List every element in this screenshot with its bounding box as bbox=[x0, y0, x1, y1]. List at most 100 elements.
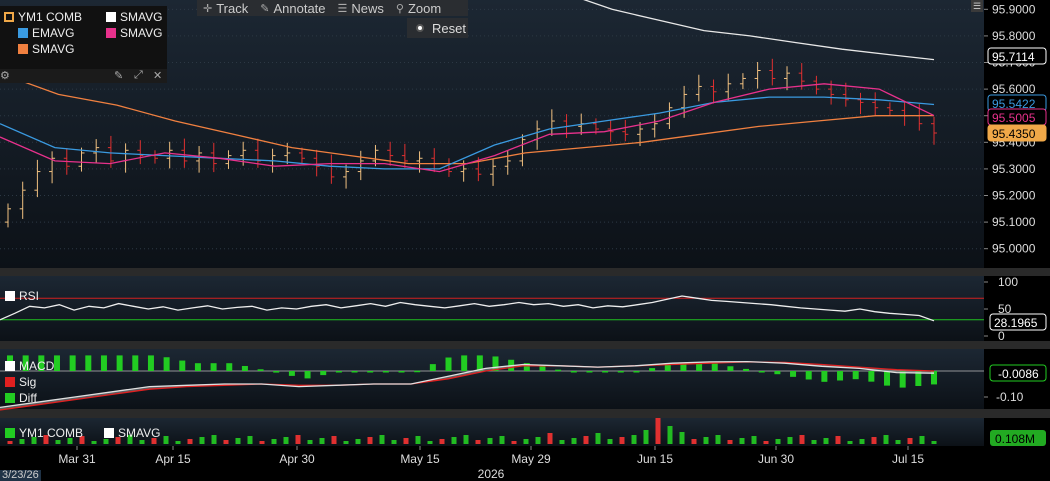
date-tick-label: Jul 15 bbox=[892, 452, 924, 466]
legend-box: YM1 COMB SMAVG EMAVG SMAVG SMAVG ⚙ ✎ ⤢ ✕ bbox=[0, 6, 167, 83]
diff-bar bbox=[273, 371, 280, 373]
diff-bar bbox=[241, 365, 248, 371]
price-tick-label: 95.1000 bbox=[992, 215, 1036, 229]
price-tick-label: 95.2000 bbox=[992, 189, 1036, 203]
track-button[interactable]: ✛ Track bbox=[197, 1, 254, 16]
year-label: 2026 bbox=[478, 467, 505, 481]
diff-bar bbox=[414, 370, 421, 373]
macd-legend[interactable]: MACD bbox=[5, 359, 54, 373]
volume-bar bbox=[307, 440, 313, 444]
volume-bar bbox=[883, 435, 889, 444]
scroll-icon[interactable]: ☰ bbox=[971, 0, 983, 12]
volume-bar bbox=[475, 440, 481, 444]
pane-divider bbox=[0, 268, 1050, 276]
volume-bar bbox=[319, 438, 325, 444]
diff-bar bbox=[179, 360, 186, 371]
swatch-icon bbox=[5, 377, 15, 387]
volume-bar bbox=[355, 439, 361, 444]
diff-bar bbox=[445, 357, 452, 371]
volume-bar bbox=[187, 439, 193, 444]
diff-bar bbox=[821, 371, 828, 382]
diff-bar bbox=[132, 355, 139, 371]
sig-legend[interactable]: Sig bbox=[5, 375, 36, 389]
date-tick-label: Jun 30 bbox=[758, 452, 794, 466]
rsi-legend[interactable]: RSI bbox=[5, 289, 39, 303]
swatch-icon bbox=[4, 12, 14, 22]
news-button[interactable]: ☰ News bbox=[332, 1, 390, 16]
legend-item-emavg[interactable]: EMAVG bbox=[18, 26, 74, 40]
volume-bar bbox=[535, 437, 541, 444]
diff-bar bbox=[226, 363, 233, 371]
zoom-button[interactable]: ⚲ Zoom bbox=[390, 1, 447, 16]
legend-item-smavg-orange[interactable]: SMAVG bbox=[18, 42, 74, 56]
diff-bar bbox=[100, 355, 107, 371]
diff-bar bbox=[884, 371, 891, 386]
volume-bar bbox=[907, 438, 913, 444]
diff-legend[interactable]: Diff bbox=[5, 391, 37, 405]
swatch-icon bbox=[5, 291, 15, 301]
annotate-button[interactable]: ✎ Annotate bbox=[254, 1, 331, 16]
swatch-icon bbox=[18, 44, 28, 54]
volume-bar bbox=[655, 418, 661, 444]
volume-bar bbox=[751, 436, 757, 444]
macd-tick-label: -0.10 bbox=[996, 390, 1024, 404]
volume-legend[interactable]: YM1 COMB bbox=[5, 426, 83, 440]
volume-bar bbox=[379, 435, 385, 444]
volume-smavg-legend[interactable]: SMAVG bbox=[104, 426, 160, 440]
rsi-last-label: 28.1965 bbox=[994, 316, 1038, 330]
volume-bar bbox=[727, 440, 733, 444]
close-icon[interactable]: ✕ bbox=[153, 69, 162, 82]
magnifier-icon: ⚲ bbox=[395, 2, 404, 15]
swatch-icon bbox=[5, 361, 15, 371]
legend-item-smavg-white[interactable]: SMAVG bbox=[106, 10, 162, 24]
gear-icon[interactable]: ⚙ bbox=[0, 69, 10, 82]
volume-bar bbox=[427, 441, 433, 444]
pane-divider bbox=[0, 409, 1050, 418]
volume-bar bbox=[343, 441, 349, 444]
volume-bar bbox=[679, 432, 685, 444]
diff-bar bbox=[727, 366, 734, 371]
diff-bar bbox=[304, 371, 311, 379]
swatch-icon bbox=[106, 12, 116, 22]
volume-bar bbox=[547, 433, 553, 444]
volume-bar bbox=[235, 438, 241, 444]
diff-bar bbox=[85, 355, 92, 371]
volume-bar bbox=[451, 437, 457, 444]
volume-bar bbox=[247, 436, 253, 444]
price-tick-label: 95.6000 bbox=[992, 82, 1036, 96]
legend-item-smavg-pink[interactable]: SMAVG bbox=[106, 26, 162, 40]
diff-bar bbox=[586, 371, 593, 373]
volume-bar bbox=[139, 440, 145, 444]
volume-bar bbox=[331, 436, 337, 444]
volume-bar bbox=[559, 440, 565, 444]
volume-bar bbox=[403, 438, 409, 444]
legend-item-ym1[interactable]: YM1 COMB bbox=[4, 10, 82, 24]
volume-bar bbox=[619, 437, 625, 444]
volume-bar bbox=[847, 441, 853, 444]
volume-bar bbox=[271, 439, 277, 444]
volume-bar bbox=[763, 441, 769, 444]
pin-icon[interactable]: ✎ bbox=[114, 69, 123, 82]
volume-bar bbox=[391, 440, 397, 444]
volume-bar bbox=[667, 426, 673, 444]
volume-bar bbox=[739, 438, 745, 444]
expand-icon[interactable]: ⤢ bbox=[134, 69, 143, 82]
diff-bar bbox=[398, 371, 405, 373]
volume-bar bbox=[463, 435, 469, 444]
volume-bar bbox=[643, 430, 649, 444]
swatch-icon bbox=[106, 28, 116, 38]
swatch-icon bbox=[5, 428, 15, 438]
diff-bar bbox=[758, 371, 765, 373]
diff-bar bbox=[743, 368, 750, 371]
pencil-icon: ✎ bbox=[260, 2, 270, 15]
diff-bar bbox=[790, 371, 797, 377]
diff-bar bbox=[555, 369, 562, 372]
date-tick-label: May 15 bbox=[400, 452, 440, 466]
volume-bar bbox=[223, 440, 229, 444]
volume-bar bbox=[871, 437, 877, 444]
reset-button[interactable]: Reset bbox=[407, 18, 468, 38]
diff-bar bbox=[633, 371, 640, 373]
diff-bar bbox=[257, 369, 264, 371]
volume-bar bbox=[703, 437, 709, 444]
volume-bar bbox=[571, 438, 577, 444]
